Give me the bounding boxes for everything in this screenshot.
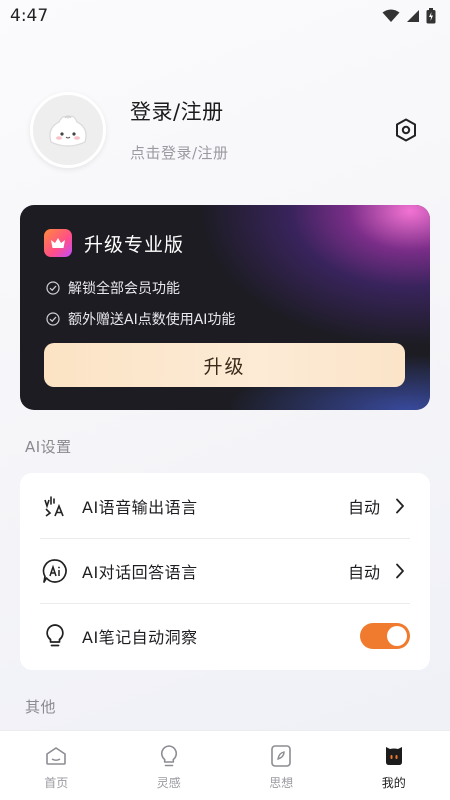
status-bar: 4:47 [0,0,450,32]
setting-label: AI笔记自动洞察 [82,627,198,647]
ai-settings-card: AI语音输出语言 自动 AI对话回答语言 自动 AI笔记自动洞察 [20,473,430,670]
feature-item: 解锁全部会员功能 [46,278,180,298]
home-icon [43,743,69,769]
thoughts-icon [268,743,294,769]
section-title-other: 其他 [25,698,57,716]
card-glow-decoration [170,205,430,365]
setting-row-voice-output-language[interactable]: AI语音输出语言 自动 [20,473,430,538]
settings-button[interactable] [392,116,420,144]
avatar[interactable] [30,92,106,168]
nav-label: 首页 [44,776,69,790]
status-icons [382,8,436,24]
section-title-ai-settings: AI设置 [25,438,72,456]
upgrade-button[interactable]: 升级 [44,343,405,387]
nav-label: 思想 [269,776,294,790]
setting-label: AI对话回答语言 [82,562,198,582]
bottom-navigation: 首页 灵感 思想 我的 [0,730,450,800]
ai-chat-icon [42,558,68,584]
lightbulb-icon [42,623,68,649]
login-register-hint: 点击登录/注册 [130,144,229,162]
voice-language-icon [42,493,68,519]
check-circle-icon [46,312,60,326]
chevron-right-icon [392,563,408,579]
setting-row-chat-answer-language[interactable]: AI对话回答语言 自动 [20,538,430,603]
nav-label: 我的 [381,776,406,790]
feature-item: 额外赠送AI点数使用AI功能 [46,309,235,329]
profile-header[interactable]: 登录/注册 点击登录/注册 [30,92,420,170]
upgrade-pro-card[interactable]: 升级专业版 解锁全部会员功能 额外赠送AI点数使用AI功能 升级 [20,205,430,410]
toggle-knob [387,625,407,646]
nav-label: 灵感 [156,776,181,790]
setting-row-auto-insight: AI笔记自动洞察 [20,603,430,668]
check-circle-icon [46,281,60,295]
signal-icon [406,9,420,23]
setting-label: AI语音输出语言 [82,497,198,517]
upgrade-card-header: 升级专业版 [44,229,184,257]
bun-mascot-icon [49,115,87,147]
wifi-icon [382,9,400,23]
profile-icon [381,743,407,769]
nav-item-inspiration[interactable]: 灵感 [113,731,226,800]
nav-item-home[interactable]: 首页 [0,731,113,800]
feature-text: 解锁全部会员功能 [68,281,180,297]
crown-icon [44,229,72,257]
feature-text: 额外赠送AI点数使用AI功能 [68,312,236,328]
nav-item-profile[interactable]: 我的 [338,731,450,800]
login-register-title[interactable]: 登录/注册 [130,96,224,126]
nav-item-thoughts[interactable]: 思想 [225,731,338,800]
setting-value: 自动 [347,562,380,582]
auto-insight-toggle[interactable] [360,622,410,649]
upgrade-card-title: 升级专业版 [84,233,185,256]
battery-icon [426,8,436,24]
inspiration-icon [156,743,182,769]
status-time: 4:47 [10,6,49,26]
settings-hexagon-icon [396,118,416,142]
chevron-right-icon [392,498,408,514]
setting-value: 自动 [347,497,380,517]
